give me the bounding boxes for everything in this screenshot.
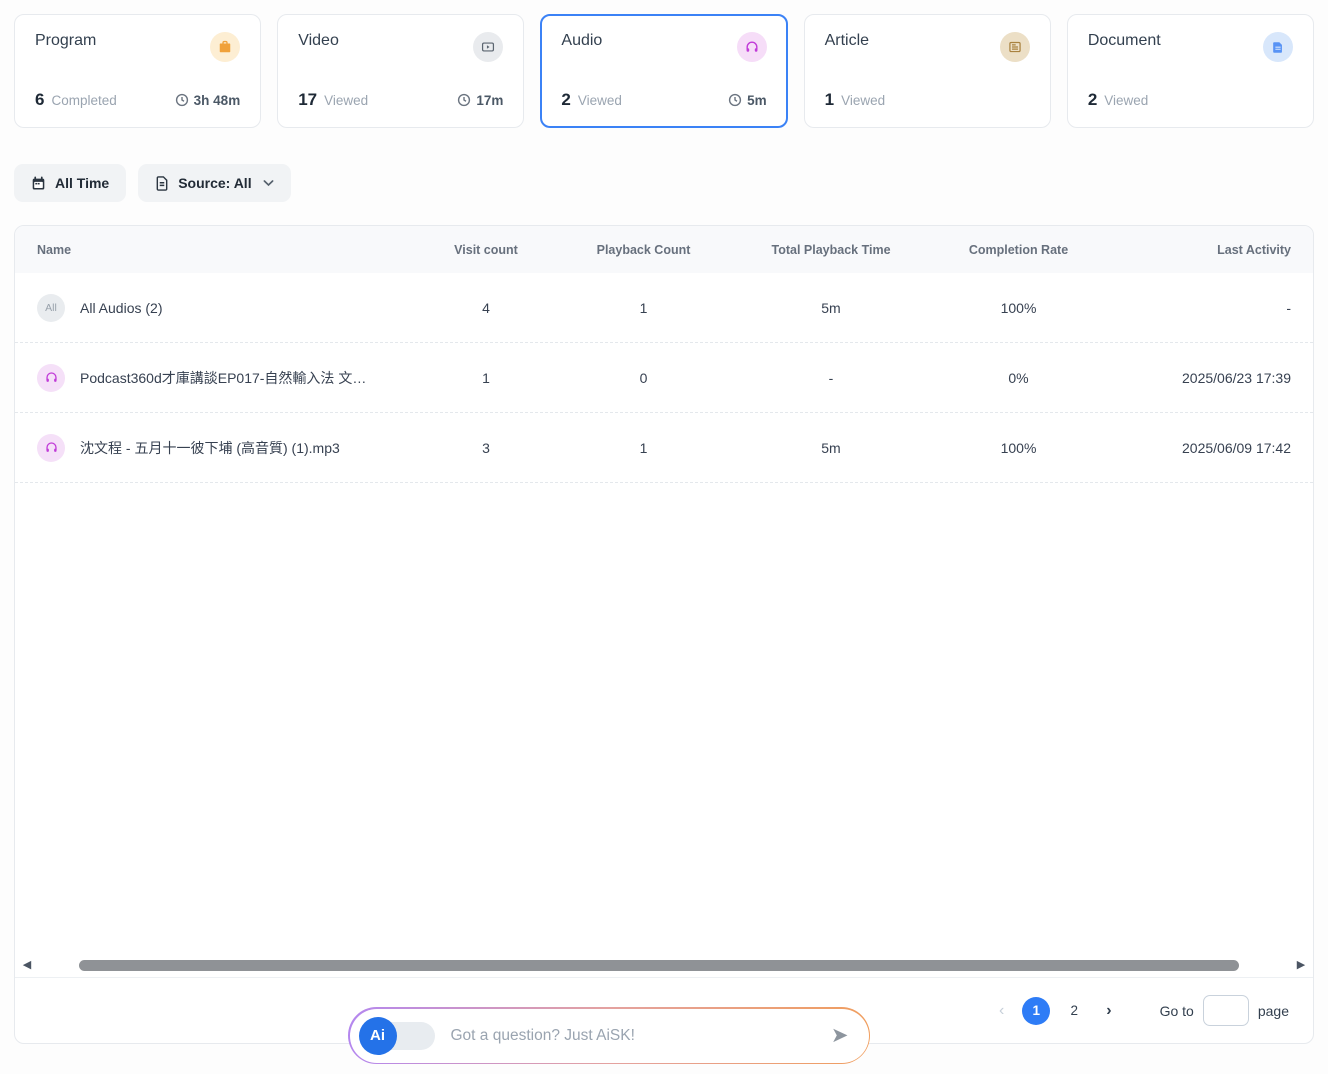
header-last-activity: Last Activity [1106, 243, 1291, 257]
send-icon[interactable]: ➤ [831, 1025, 849, 1046]
clock-icon [728, 93, 742, 107]
article-icon [1000, 32, 1030, 62]
headphones-icon [37, 434, 65, 462]
row-total-playback-time: 5m [731, 440, 931, 456]
row-total-playback-time: - [731, 370, 931, 386]
row-name: 沈文程 - 五月十一彼下埔 (高音質) (1).mp3 [80, 438, 340, 458]
program-stat-label: Completed [51, 93, 116, 108]
row-last-activity: 2025/06/23 17:39 [1106, 370, 1291, 386]
summary-cards: Program 6 Completed 3h 48m Video [14, 14, 1314, 128]
learning-stats-page: Program 6 Completed 3h 48m Video [0, 0, 1328, 1074]
table-row[interactable]: All All Audios (2) 4 1 5m 100% - [15, 273, 1313, 343]
row-visit-count: 4 [416, 300, 556, 316]
header-visit-count: Visit count [416, 243, 556, 257]
goto-label: Go to [1160, 1003, 1194, 1019]
row-name: Podcast360d才庫講談EP017-自然輸入法 文… [80, 368, 366, 388]
calendar-icon [31, 176, 46, 191]
card-program-title: Program [35, 32, 96, 50]
headphones-icon [37, 364, 65, 392]
row-playback-count: 0 [556, 370, 731, 386]
audio-stat: 2 [561, 90, 570, 110]
card-document[interactable]: Document 2 Viewed [1067, 14, 1314, 128]
card-video-title: Video [298, 32, 339, 50]
pagination-page-1[interactable]: 1 [1022, 997, 1050, 1025]
scrollbar-track[interactable] [37, 959, 1291, 972]
headphones-icon [737, 32, 767, 62]
file-icon [155, 176, 169, 191]
card-audio-title: Audio [561, 32, 602, 50]
table-row[interactable]: 沈文程 - 五月十一彼下埔 (高音質) (1).mp3 3 1 5m 100% … [15, 413, 1313, 483]
source-filter-button[interactable]: Source: All [138, 164, 290, 202]
row-last-activity: 2025/06/09 17:42 [1106, 440, 1291, 456]
ai-toggle[interactable]: Ai [359, 1017, 437, 1055]
document-stat: 2 [1088, 90, 1097, 110]
card-video[interactable]: Video 17 Viewed 17m [277, 14, 524, 128]
header-name: Name [37, 243, 416, 257]
program-time: 3h 48m [175, 93, 241, 108]
page-label: page [1258, 1003, 1289, 1019]
row-playback-count: 1 [556, 300, 731, 316]
card-program[interactable]: Program 6 Completed 3h 48m [14, 14, 261, 128]
header-playback-count: Playback Count [556, 243, 731, 257]
all-badge: All [37, 294, 65, 322]
filter-bar: All Time Source: All [14, 164, 291, 202]
row-completion-rate: 100% [931, 300, 1106, 316]
video-icon [473, 32, 503, 62]
scroll-left-arrow-icon[interactable]: ◀ [21, 960, 33, 971]
card-article[interactable]: Article 1 Viewed [804, 14, 1051, 128]
pagination-prev-button[interactable]: ‹ [991, 1002, 1012, 1020]
aisk-chat-bar: Ai ➤ [348, 1007, 870, 1064]
header-completion-rate: Completion Rate [931, 243, 1106, 257]
row-last-activity: - [1106, 300, 1291, 316]
pagination-page-2[interactable]: 2 [1060, 997, 1088, 1025]
row-completion-rate: 100% [931, 440, 1106, 456]
table-header: Name Visit count Playback Count Total Pl… [15, 226, 1313, 273]
table-empty-area [15, 483, 1313, 953]
row-playback-count: 1 [556, 440, 731, 456]
row-visit-count: 1 [416, 370, 556, 386]
article-stat-label: Viewed [841, 93, 885, 108]
document-stat-label: Viewed [1104, 93, 1148, 108]
audio-stat-label: Viewed [578, 93, 622, 108]
audio-time: 5m [728, 93, 767, 108]
clock-icon [457, 93, 471, 107]
program-icon [210, 32, 240, 62]
horizontal-scrollbar[interactable]: ◀ ▶ [15, 953, 1313, 977]
row-completion-rate: 0% [931, 370, 1106, 386]
ai-badge-icon[interactable]: Ai [359, 1017, 397, 1055]
clock-icon [175, 93, 189, 107]
video-stat-label: Viewed [324, 93, 368, 108]
pagination-next-button[interactable]: › [1098, 1002, 1119, 1020]
document-icon [1263, 32, 1293, 62]
row-name: All Audios (2) [80, 300, 162, 316]
time-filter-label: All Time [55, 175, 109, 191]
row-total-playback-time: 5m [731, 300, 931, 316]
video-stat: 17 [298, 90, 317, 110]
goto-page-input[interactable] [1203, 995, 1249, 1026]
scroll-right-arrow-icon[interactable]: ▶ [1295, 960, 1307, 971]
scrollbar-thumb[interactable] [79, 960, 1239, 971]
card-audio[interactable]: Audio 2 Viewed 5m [540, 14, 787, 128]
row-visit-count: 3 [416, 440, 556, 456]
article-stat: 1 [825, 90, 834, 110]
aisk-question-input[interactable] [451, 1027, 831, 1045]
program-stat: 6 [35, 90, 44, 110]
chevron-down-icon [263, 179, 274, 187]
audio-table: Name Visit count Playback Count Total Pl… [14, 225, 1314, 1044]
video-time: 17m [457, 93, 503, 108]
header-total-playback-time: Total Playback Time [731, 243, 931, 257]
card-document-title: Document [1088, 32, 1161, 50]
source-filter-label: Source: All [178, 175, 251, 191]
card-article-title: Article [825, 32, 869, 50]
table-row[interactable]: Podcast360d才庫講談EP017-自然輸入法 文… 1 0 - 0% 2… [15, 343, 1313, 413]
time-filter-button[interactable]: All Time [14, 164, 126, 202]
